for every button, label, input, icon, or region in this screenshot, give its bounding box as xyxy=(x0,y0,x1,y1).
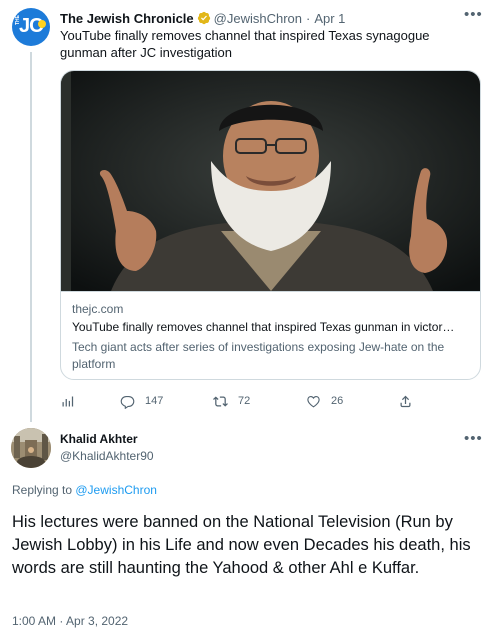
article-image xyxy=(61,71,480,291)
card-body: thejc.com YouTube finally removes channe… xyxy=(61,291,480,379)
verified-badge-icon xyxy=(197,11,210,25)
tweet-text: His lectures were banned on the National… xyxy=(12,513,471,577)
thread-line xyxy=(30,52,32,422)
reply-icon xyxy=(120,395,135,409)
tweet-timestamp[interactable]: 1:00 AM · Apr 3, 2022 xyxy=(12,614,128,628)
reply-count: 147 xyxy=(145,395,164,407)
replying-to-link[interactable]: @JewishChron xyxy=(75,483,157,497)
like-button[interactable]: 26 xyxy=(306,392,343,410)
khalid-akhter-avatar[interactable] xyxy=(11,428,51,468)
tweet-actions: 147 72 26 xyxy=(60,392,470,410)
replying-to: Replying to @JewishChron xyxy=(12,483,157,497)
retweet-button[interactable]: 72 xyxy=(213,392,250,410)
card-title: YouTube finally removes channel that ins… xyxy=(72,320,455,334)
quoted-tweet[interactable]: THE JC The Jewish Chronicle @JewishChron… xyxy=(0,0,492,422)
author-name[interactable]: The Jewish Chronicle xyxy=(60,11,194,26)
reply-tweet[interactable]: Khalid Akhter @KhalidAkhter90 ••• Replyi… xyxy=(0,418,492,642)
share-button[interactable] xyxy=(398,392,423,410)
card-domain: thejc.com xyxy=(72,302,124,316)
card-description: Tech giant acts after series of investig… xyxy=(72,340,445,371)
header-separator: · xyxy=(306,10,311,26)
retweet-icon xyxy=(213,395,228,407)
heart-icon xyxy=(307,395,320,407)
reply-button[interactable]: 147 xyxy=(120,392,163,410)
author-handle[interactable]: @JewishChron xyxy=(214,11,302,26)
retweet-count: 72 xyxy=(238,395,251,407)
replying-prefix: Replying to xyxy=(12,483,76,497)
analytics-button[interactable] xyxy=(60,392,85,410)
more-options-icon[interactable]: ••• xyxy=(464,430,483,447)
like-count: 26 xyxy=(331,395,344,407)
more-options-icon[interactable]: ••• xyxy=(464,6,483,23)
author-name[interactable]: Khalid Akhter xyxy=(60,432,138,446)
tweet-text: YouTube finally removes channel that ins… xyxy=(60,28,430,60)
link-card[interactable]: thejc.com YouTube finally removes channe… xyxy=(60,70,481,380)
tweet-date[interactable]: Apr 1 xyxy=(314,11,345,26)
jewish-chronicle-avatar[interactable]: THE JC xyxy=(12,8,50,46)
avatar-logo-dot xyxy=(38,20,46,28)
share-icon xyxy=(400,395,411,407)
author-handle[interactable]: @KhalidAkhter90 xyxy=(60,449,154,463)
bar-chart-icon xyxy=(62,396,74,406)
tweet-header: The Jewish Chronicle @JewishChron · Apr … xyxy=(60,9,345,27)
